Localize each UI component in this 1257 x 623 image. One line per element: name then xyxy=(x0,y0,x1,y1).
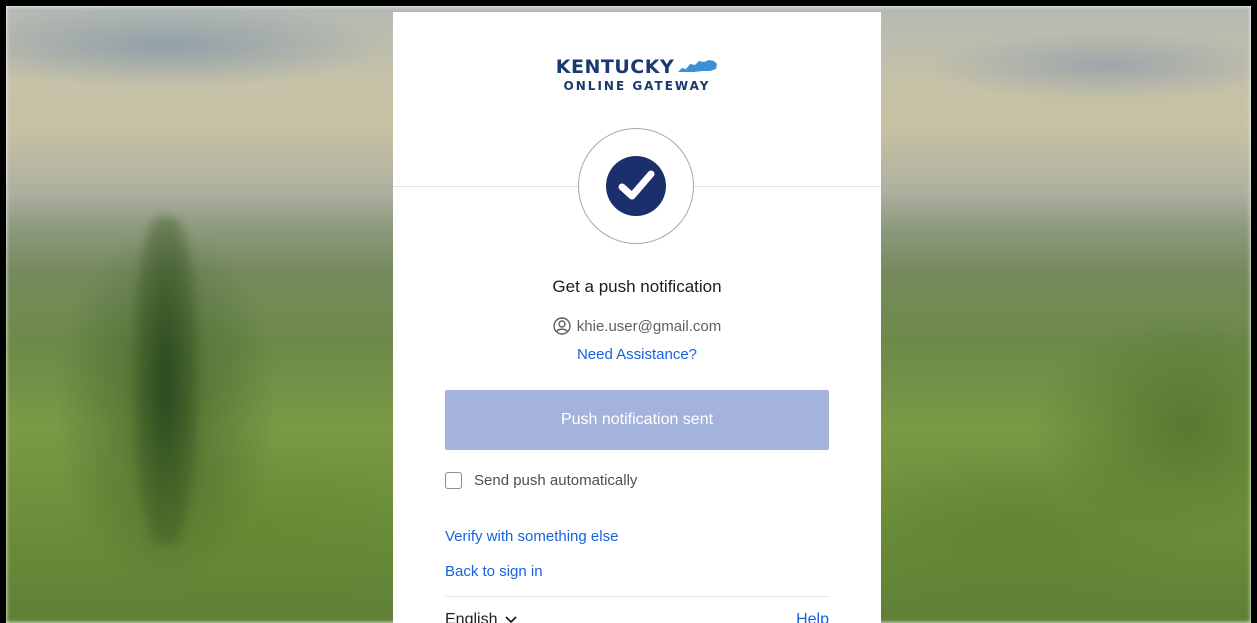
back-to-sign-in-link[interactable]: Back to sign in xyxy=(445,563,543,580)
browser-viewport: KENTUCKY ONLINE GATEWAY Get a push notif… xyxy=(0,0,1257,623)
logo-line1: KENTUCKY xyxy=(555,56,675,78)
authenticator-badge xyxy=(578,128,694,244)
kentucky-state-icon xyxy=(678,60,718,72)
chevron-down-icon xyxy=(506,616,517,623)
language-selector[interactable]: English xyxy=(445,611,517,623)
language-label: English xyxy=(445,611,498,623)
logo-line2: ONLINE GATEWAY xyxy=(563,79,711,93)
page-title: Get a push notification xyxy=(552,277,722,296)
send-push-automatically-option[interactable]: Send push automatically xyxy=(445,472,637,489)
okta-verify-check-icon xyxy=(606,156,666,216)
help-link[interactable]: Help xyxy=(796,611,829,623)
send-push-automatically-label: Send push automatically xyxy=(474,472,638,489)
background-tree xyxy=(134,216,198,546)
send-push-automatically-checkbox[interactable] xyxy=(445,472,462,489)
sign-in-card: KENTUCKY ONLINE GATEWAY Get a push notif… xyxy=(393,12,881,623)
push-notification-sent-button[interactable]: Push notification sent xyxy=(445,390,829,450)
footer-divider xyxy=(445,596,829,597)
user-email: khie.user@gmail.com xyxy=(576,317,722,335)
verify-with-something-else-link[interactable]: Verify with something else xyxy=(445,528,618,545)
user-identifier: khie.user@gmail.com xyxy=(393,317,881,335)
user-circle-icon xyxy=(553,317,571,335)
need-assistance-link[interactable]: Need Assistance? xyxy=(393,346,881,363)
kentucky-online-gateway-logo: KENTUCKY ONLINE GATEWAY xyxy=(393,57,881,93)
